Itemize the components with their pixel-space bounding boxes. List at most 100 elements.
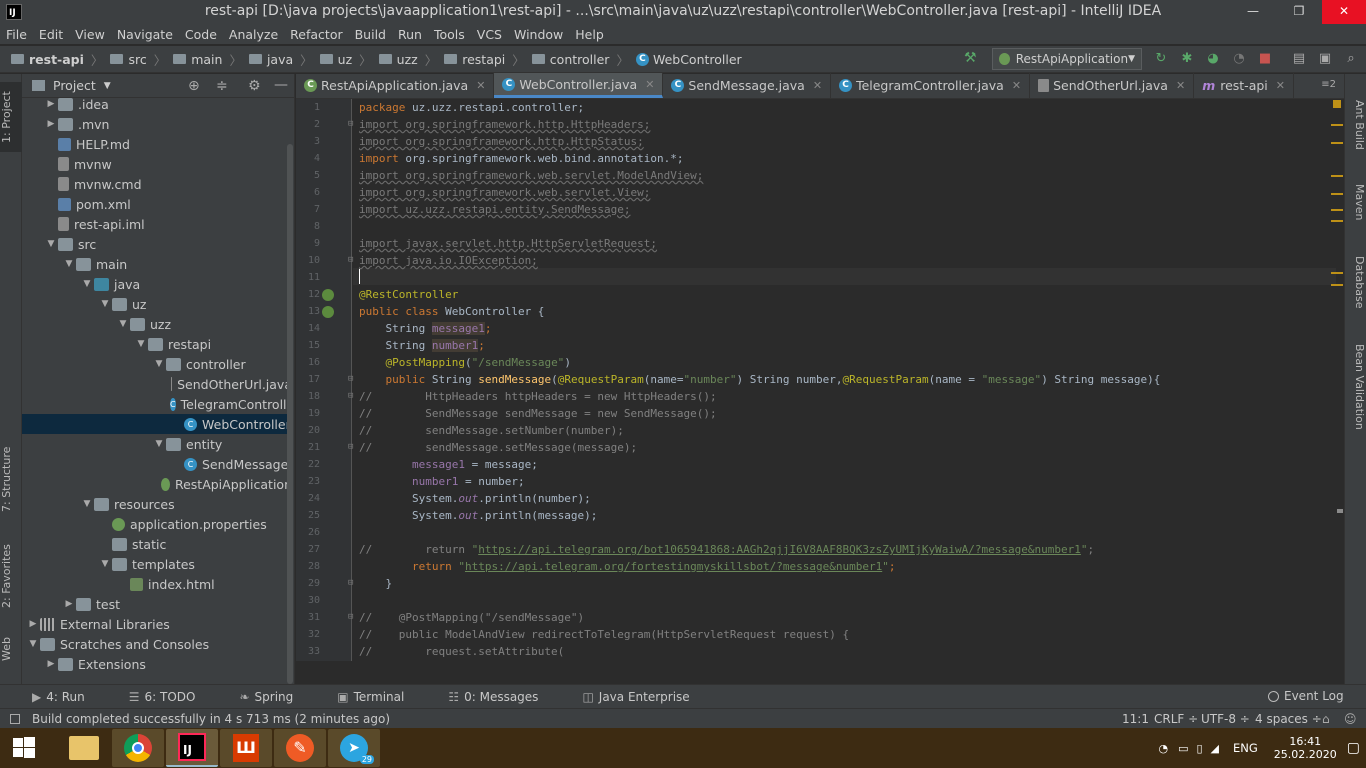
lock-icon[interactable]: ⌂ — [1322, 712, 1330, 726]
line-number[interactable]: 18 — [296, 388, 320, 405]
fold-marker-icon[interactable]: ⊟ — [348, 119, 353, 129]
clock-time[interactable]: 16:41 — [1289, 735, 1321, 748]
tab-database[interactable]: Database — [1348, 256, 1366, 316]
code-line[interactable]: return "https://api.telegram.org/fortest… — [359, 558, 895, 575]
code-line[interactable]: // return "https://api.telegram.org/bot1… — [359, 541, 1094, 558]
line-number[interactable]: 2 — [296, 116, 320, 133]
error-stripe-mark[interactable] — [1331, 175, 1343, 177]
tree-item[interactable]: ▶ .mvn — [22, 114, 287, 134]
tree-item[interactable]: ▶ Extensions — [22, 654, 287, 674]
close-tab-icon[interactable]: ✕ — [813, 79, 822, 92]
expanded-arrow-icon[interactable]: ▼ — [134, 339, 148, 349]
tree-item[interactable]: mvnw.cmd — [22, 174, 287, 194]
code-line[interactable]: package uz.uzz.restapi.controller; — [359, 99, 584, 116]
tree-item[interactable]: ▼ entity — [22, 434, 287, 454]
breadcrumb-controller[interactable]: controller — [529, 52, 613, 67]
expanded-arrow-icon[interactable]: ▼ — [44, 239, 58, 249]
error-stripe-mark[interactable] — [1331, 220, 1343, 222]
line-number[interactable]: 29 — [296, 575, 320, 592]
tree-item[interactable]: ▼ templates — [22, 554, 287, 574]
volume-icon[interactable]: ▯ — [1196, 742, 1202, 755]
code-line[interactable]: import java.io.IOException; — [359, 252, 538, 269]
run-configuration-select[interactable]: RestApiApplication ▼ — [992, 48, 1142, 70]
notification-center-icon[interactable]: ▢ — [1347, 740, 1360, 756]
telegram-icon[interactable]: ➤ 29 — [328, 729, 380, 767]
language-indicator[interactable]: ENG — [1233, 741, 1258, 755]
collapsed-arrow-icon[interactable]: ▶ — [44, 119, 58, 129]
code-line[interactable]: import org.springframework.web.servlet.V… — [359, 184, 650, 201]
tree-item[interactable]: application.properties — [22, 514, 287, 534]
editor-tab[interactable]: C WebController.java ✕ — [494, 73, 664, 98]
expanded-arrow-icon[interactable]: ▼ — [116, 319, 130, 329]
locate-icon[interactable]: ⊕ — [188, 78, 200, 94]
tree-item[interactable]: mvnw — [22, 154, 287, 174]
code-line[interactable]: import org.springframework.web.bind.anno… — [359, 150, 684, 167]
menu-item-view[interactable]: View — [69, 27, 111, 42]
editor-scrollbar[interactable] — [1336, 99, 1344, 684]
tree-item[interactable]: C TelegramController — [22, 394, 287, 414]
code-line[interactable]: System.out.println(number); — [359, 490, 591, 507]
error-stripe-mark[interactable] — [1331, 124, 1343, 126]
line-separator[interactable]: CRLF ÷ — [1154, 712, 1198, 726]
expanded-arrow-icon[interactable]: ▼ — [62, 259, 76, 269]
tree-item[interactable]: ▼ uz — [22, 294, 287, 314]
bottom-tab-spring[interactable]: ❧ Spring — [239, 690, 315, 704]
expanded-arrow-icon[interactable]: ▼ — [152, 359, 166, 369]
tree-item[interactable]: RestApiApplication — [22, 474, 287, 494]
tab-bean-validation[interactable]: Bean Validation — [1348, 344, 1366, 444]
fold-marker-icon[interactable]: ⊟ — [348, 578, 353, 588]
line-number[interactable]: 23 — [296, 473, 320, 490]
line-number[interactable]: 24 — [296, 490, 320, 507]
chrome-icon[interactable] — [112, 729, 164, 767]
close-tab-icon[interactable]: ✕ — [1012, 79, 1021, 92]
file-encoding[interactable]: UTF-8 ÷ — [1201, 712, 1250, 726]
tree-item[interactable]: ▼ resources — [22, 494, 287, 514]
indent-setting[interactable]: 4 spaces ÷ — [1255, 712, 1322, 726]
tab-project-tool[interactable]: 1: Project — [0, 82, 22, 152]
code-line[interactable]: // public ModelAndView redirectToTelegra… — [359, 626, 849, 643]
network-status-icon[interactable]: ◔ — [1158, 742, 1168, 755]
line-number[interactable]: 28 — [296, 558, 320, 575]
tree-item[interactable]: ▶ External Libraries — [22, 614, 287, 634]
breadcrumb-main[interactable]: main — [170, 52, 225, 67]
code-line[interactable]: public String sendMessage(@RequestParam(… — [359, 371, 1160, 388]
line-number[interactable]: 21 — [296, 439, 320, 456]
line-number[interactable]: 16 — [296, 354, 320, 371]
line-number[interactable]: 33 — [296, 643, 320, 660]
line-number[interactable]: 8 — [296, 218, 320, 235]
breadcrumb-java[interactable]: java — [246, 52, 296, 67]
line-number[interactable]: 32 — [296, 626, 320, 643]
line-number[interactable]: 4 — [296, 150, 320, 167]
maximize-button[interactable]: ❐ — [1276, 0, 1322, 24]
code-line[interactable]: import uz.uzz.restapi.entity.SendMessage… — [359, 201, 631, 218]
tree-item[interactable]: ▼ Scratches and Consoles — [22, 634, 287, 654]
tree-item[interactable]: C SendMessage — [22, 454, 287, 474]
code-line[interactable]: import org.springframework.http.HttpStat… — [359, 133, 644, 150]
search-icon[interactable]: ⌕ — [1342, 50, 1360, 68]
bottom-tab-messages[interactable]: ☷ 0: Messages — [448, 690, 560, 704]
editor-tab[interactable]: C SendMessage.java ✕ — [663, 73, 832, 98]
code-line[interactable]: message1 = message; — [359, 456, 538, 473]
tree-item[interactable]: ▼ controller — [22, 354, 287, 374]
line-number[interactable]: 30 — [296, 592, 320, 609]
tab-count[interactable]: ≡2 — [1321, 79, 1336, 90]
collapsed-arrow-icon[interactable]: ▶ — [62, 599, 76, 609]
chevron-down-icon[interactable]: ▼ — [104, 81, 111, 91]
line-number[interactable]: 1 — [296, 99, 320, 116]
line-number[interactable]: 15 — [296, 337, 320, 354]
notifications-icon[interactable]: ☺ — [1344, 712, 1357, 726]
close-tab-icon[interactable]: ✕ — [1176, 79, 1185, 92]
line-number[interactable]: 31 — [296, 609, 320, 626]
line-number[interactable]: 17 — [296, 371, 320, 388]
menu-item-help[interactable]: Help — [569, 27, 610, 42]
close-tab-icon[interactable]: ✕ — [476, 79, 485, 92]
caret-position[interactable]: 11:1 — [1122, 712, 1149, 726]
close-tab-icon[interactable]: ✕ — [645, 78, 654, 91]
fold-marker-icon[interactable]: ⊟ — [348, 255, 353, 265]
debug-icon[interactable]: ✱ — [1178, 50, 1196, 68]
code-line[interactable]: // HttpHeaders httpHeaders = new HttpHea… — [359, 388, 717, 405]
expanded-arrow-icon[interactable]: ▼ — [26, 639, 40, 649]
tree-item[interactable]: ▼ restapi — [22, 334, 287, 354]
line-number[interactable]: 26 — [296, 524, 320, 541]
collapsed-arrow-icon[interactable]: ▶ — [44, 659, 58, 669]
